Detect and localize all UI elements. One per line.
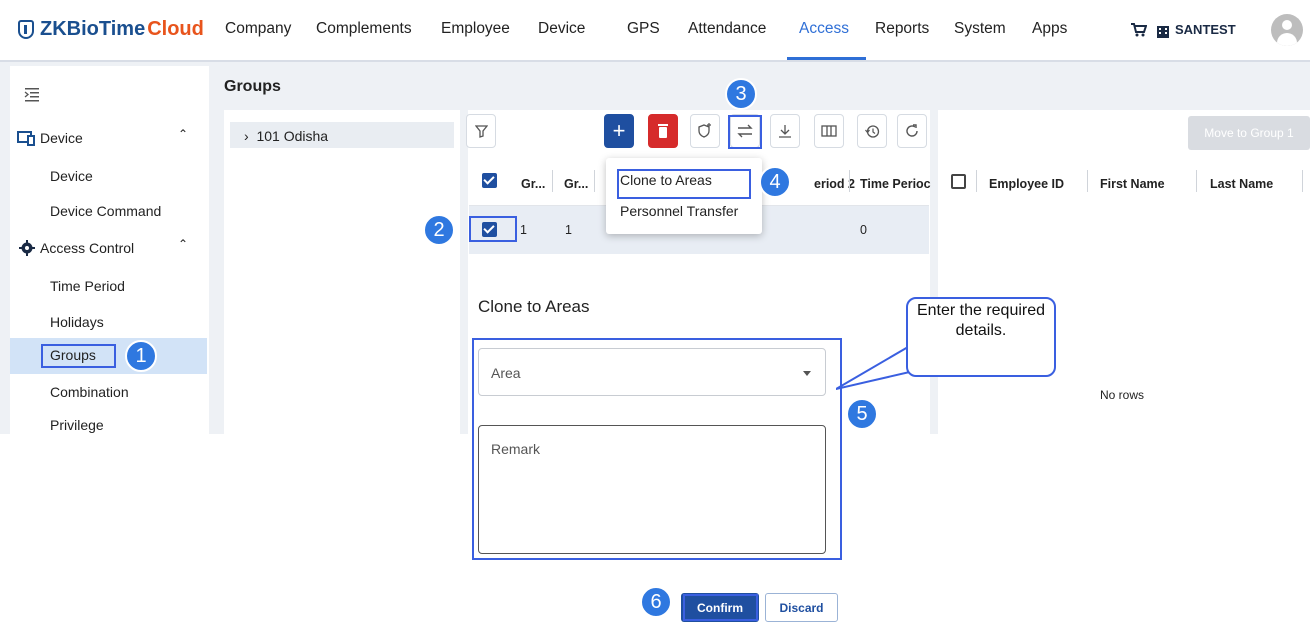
- user-avatar[interactable]: [1271, 14, 1303, 46]
- nav-device[interactable]: Device: [538, 20, 585, 38]
- table-cell: 1: [565, 223, 572, 237]
- sidebar-item-combination[interactable]: Combination: [50, 384, 129, 400]
- step-badge-2: 2: [423, 214, 455, 246]
- column-separator[interactable]: [1087, 170, 1088, 192]
- device-icon: [17, 131, 35, 146]
- move-to-group-button[interactable]: Move to Group 1: [1188, 116, 1310, 150]
- step-badge-5: 5: [846, 398, 878, 430]
- verify-icon[interactable]: [690, 114, 720, 148]
- filter-icon[interactable]: [466, 114, 496, 148]
- highlight-box-form: [472, 338, 842, 560]
- form-title: Clone to Areas: [478, 297, 590, 316]
- sidebar-section-device[interactable]: Device: [40, 130, 83, 146]
- column-header-employee-id[interactable]: Employee ID: [989, 177, 1064, 191]
- column-separator[interactable]: [976, 170, 977, 192]
- sidebar-section-access-control[interactable]: Access Control: [40, 240, 134, 256]
- active-tab-indicator: [787, 57, 866, 60]
- menu-item-personnel-transfer[interactable]: Personnel Transfer: [620, 203, 738, 219]
- chevron-up-icon[interactable]: ⌃: [178, 237, 188, 251]
- column-separator[interactable]: [849, 170, 850, 192]
- highlight-box-groups: [41, 344, 116, 368]
- app-logo[interactable]: ZKBioTime Cloud: [18, 18, 204, 41]
- column-header-group[interactable]: Gr...: [564, 177, 588, 191]
- highlight-box-transfer: [728, 115, 762, 149]
- cart-icon[interactable]: [1131, 23, 1147, 37]
- delete-icon[interactable]: [648, 114, 678, 148]
- company-name[interactable]: SANTEST: [1175, 22, 1236, 37]
- column-header-first-name[interactable]: First Name: [1100, 177, 1165, 191]
- nav-attendance[interactable]: Attendance: [688, 20, 766, 38]
- step-badge-6: 6: [640, 586, 672, 618]
- area-tree-panel: › 101 Odisha: [224, 110, 460, 434]
- nav-complements[interactable]: Complements: [316, 20, 412, 38]
- refresh-icon[interactable]: [897, 114, 927, 148]
- sidebar-item-holidays[interactable]: Holidays: [50, 314, 104, 330]
- select-all-checkbox[interactable]: [482, 173, 497, 188]
- gear-icon: [19, 240, 35, 256]
- columns-icon[interactable]: [814, 114, 844, 148]
- column-separator[interactable]: [1196, 170, 1197, 192]
- nav-apps[interactable]: Apps: [1032, 20, 1067, 38]
- download-icon[interactable]: [770, 114, 800, 148]
- sidebar-item-time-period[interactable]: Time Period: [50, 278, 125, 294]
- instruction-callout: Enter the required details.: [906, 297, 1056, 377]
- sidebar-item-device[interactable]: Device: [50, 168, 93, 184]
- building-icon: [1157, 26, 1169, 38]
- highlight-box-confirm: [683, 594, 758, 621]
- table-cell: 1: [520, 223, 527, 237]
- top-navigation-bar: ZKBioTime Cloud Company Complements Emplo…: [0, 0, 1310, 62]
- table-cell: 0: [860, 223, 867, 237]
- chevron-up-icon[interactable]: ⌃: [178, 127, 188, 141]
- column-separator[interactable]: [594, 170, 595, 192]
- step-badge-1: 1: [125, 340, 157, 372]
- employee-table-panel: [938, 110, 1310, 434]
- employee-select-all-checkbox[interactable]: [951, 174, 966, 189]
- collapse-sidebar-icon[interactable]: [24, 86, 40, 102]
- empty-table-message: No rows: [1100, 388, 1145, 402]
- sidebar-item-device-command[interactable]: Device Command: [50, 203, 161, 219]
- column-header-time-period[interactable]: Time Perioc: [860, 177, 931, 191]
- column-header-last-name[interactable]: Last Name: [1210, 177, 1273, 191]
- nav-reports[interactable]: Reports: [875, 20, 929, 38]
- nav-gps[interactable]: GPS: [627, 20, 660, 38]
- nav-company[interactable]: Company: [225, 20, 291, 38]
- nav-access[interactable]: Access: [799, 20, 849, 38]
- nav-employee[interactable]: Employee: [441, 20, 510, 38]
- tree-item[interactable]: › 101 Odisha: [230, 122, 454, 148]
- callout-pointer: [836, 346, 915, 390]
- nav-system[interactable]: System: [954, 20, 1006, 38]
- highlight-box-clone-to-areas: [617, 169, 751, 199]
- column-separator[interactable]: [552, 170, 553, 192]
- add-icon[interactable]: +: [604, 114, 634, 148]
- chevron-right-icon[interactable]: ›: [244, 128, 256, 144]
- highlight-box-row-checkbox: [469, 216, 517, 242]
- page-title: Groups: [224, 78, 281, 95]
- step-badge-3: 3: [725, 78, 757, 110]
- column-separator[interactable]: [1302, 170, 1303, 192]
- sidebar-item-privilege[interactable]: Privilege: [50, 417, 104, 433]
- shield-logo-icon: [18, 20, 34, 39]
- step-badge-4: 4: [759, 166, 791, 198]
- column-header-group[interactable]: Gr...: [521, 177, 545, 191]
- discard-button[interactable]: Discard: [765, 593, 838, 622]
- history-icon[interactable]: [857, 114, 887, 148]
